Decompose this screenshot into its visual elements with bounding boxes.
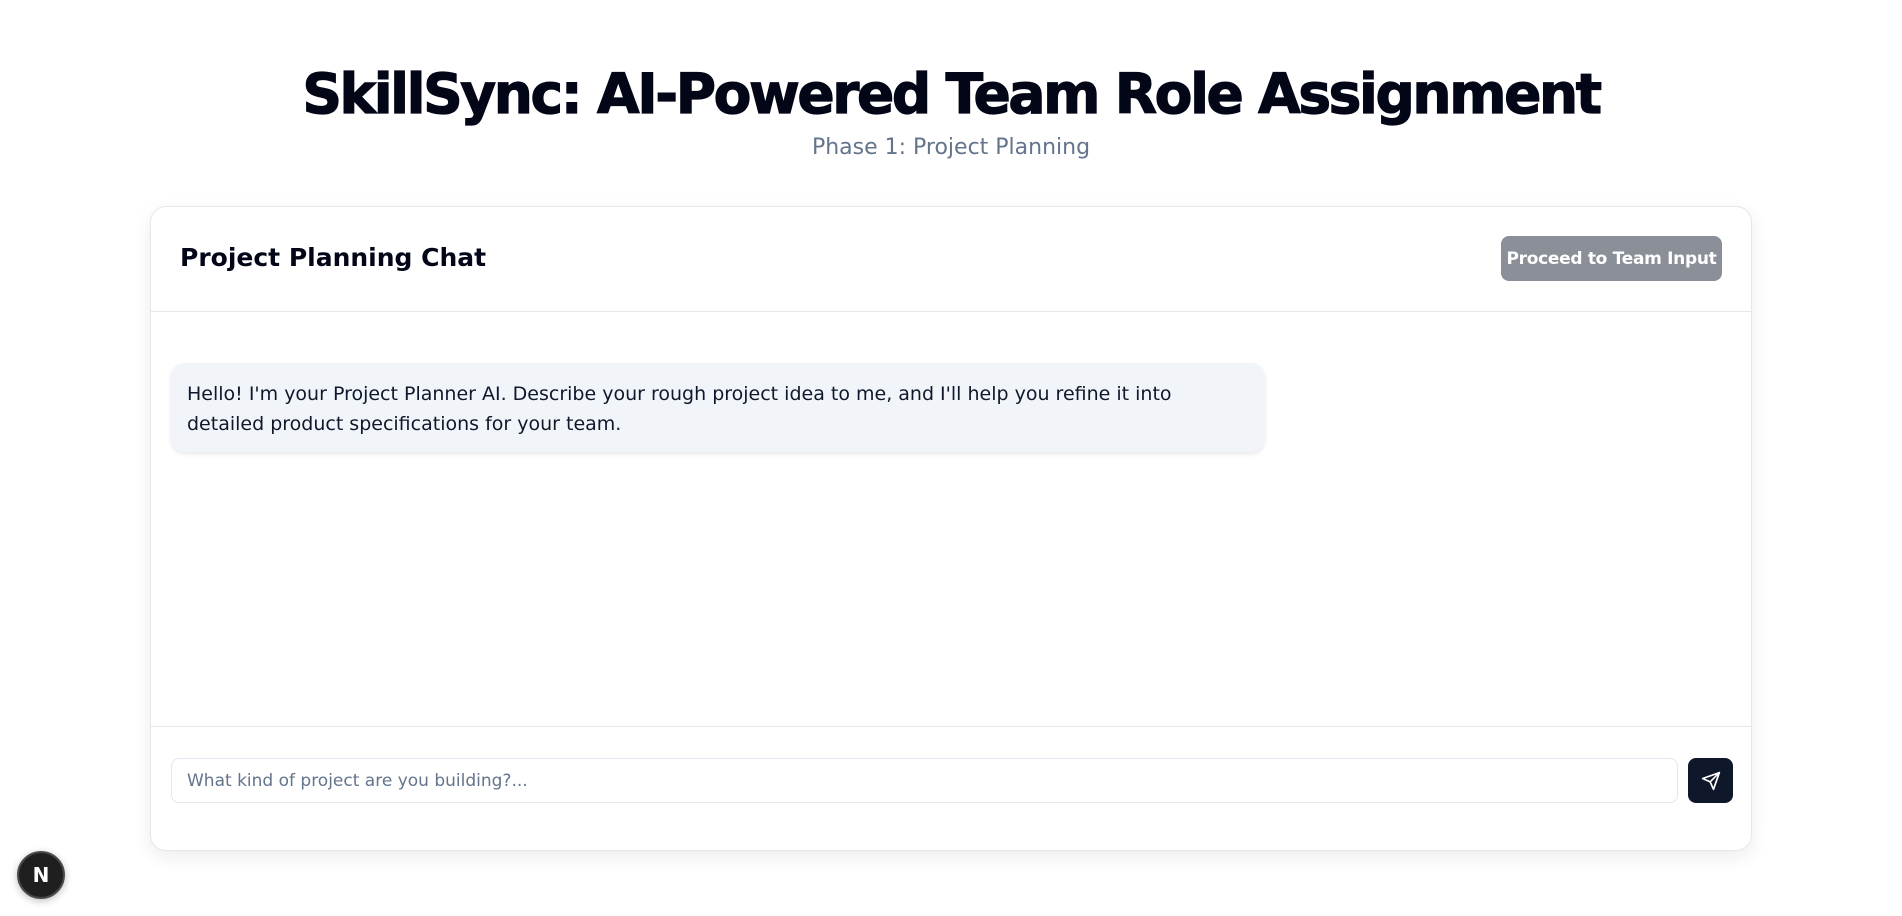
send-icon — [1701, 771, 1720, 790]
nextjs-dev-indicator[interactable]: N — [17, 851, 65, 899]
chat-title: Project Planning Chat — [180, 243, 487, 272]
message-list: Hello! I'm your Project Planner AI. Desc… — [151, 312, 1751, 726]
message-input[interactable] — [171, 758, 1678, 803]
page-subtitle: Phase 1: Project Planning — [811, 135, 1091, 160]
send-button[interactable] — [1688, 758, 1733, 803]
chat-card: Project Planning Chat Proceed to Team In… — [150, 206, 1752, 851]
message-composer — [151, 726, 1751, 850]
proceed-to-team-input-button[interactable]: Proceed to Team Input — [1501, 236, 1722, 281]
message-text: Hello! I'm your Project Planner AI. Desc… — [187, 383, 1172, 435]
page-title: SkillSync: AI-Powered Team Role Assignme… — [302, 61, 1603, 126]
nextjs-icon: N — [32, 863, 50, 887]
chat-card-header: Project Planning Chat Proceed to Team In… — [151, 207, 1751, 312]
assistant-message: Hello! I'm your Project Planner AI. Desc… — [171, 363, 1265, 452]
